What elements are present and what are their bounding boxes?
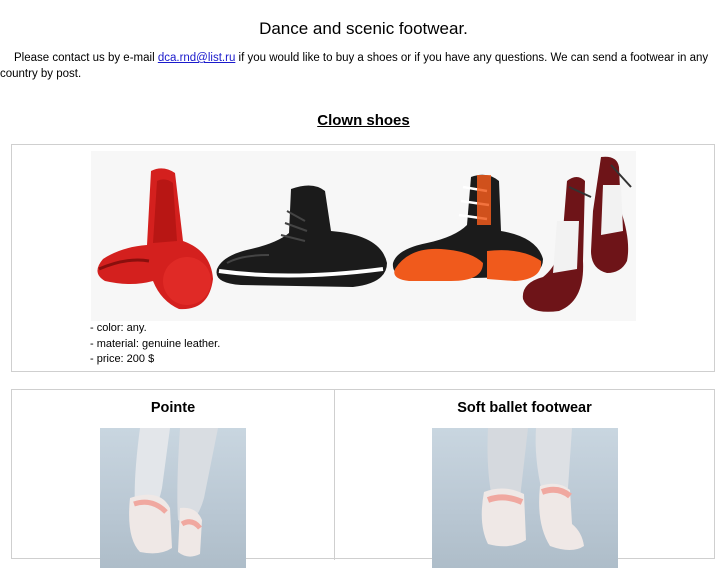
maroon-clown-shoe <box>522 156 632 312</box>
clown-shoes-panel: - color: any. - material: genuine leathe… <box>11 144 715 372</box>
contact-text-start: Please contact us by e-mail <box>14 52 158 64</box>
clown-shoes-heading[interactable]: Clown shoes <box>0 111 727 131</box>
product-table: Pointe Soft ballet footwear <box>11 389 715 568</box>
red-clown-shoe <box>97 168 213 310</box>
orange-clown-shoe <box>392 174 543 281</box>
spec-material: - material: genuine leather. <box>90 337 221 350</box>
product-cell-soft-ballet: Soft ballet footwear <box>335 390 714 568</box>
product-cell-pointe: Pointe <box>12 390 335 568</box>
soft-ballet-photo[interactable] <box>432 428 618 568</box>
email-link[interactable]: dca.rnd@list.ru <box>158 52 236 64</box>
clown-shoes-photo <box>91 151 636 321</box>
pointe-photo[interactable] <box>100 428 246 568</box>
spec-color: - color: any. <box>90 322 147 334</box>
clown-shoes-specs: - color: any. - material: genuine leathe… <box>90 321 220 368</box>
black-clown-shoe <box>216 185 387 287</box>
spec-price: - price: 200 $ <box>90 353 155 365</box>
contact-paragraph: Please contact us by e-mail dca.rnd@list… <box>0 50 722 82</box>
product-title-pointe[interactable]: Pointe <box>12 398 334 418</box>
page-title: Dance and scenic footwear. <box>259 19 468 38</box>
product-title-soft-ballet[interactable]: Soft ballet footwear <box>335 398 714 418</box>
